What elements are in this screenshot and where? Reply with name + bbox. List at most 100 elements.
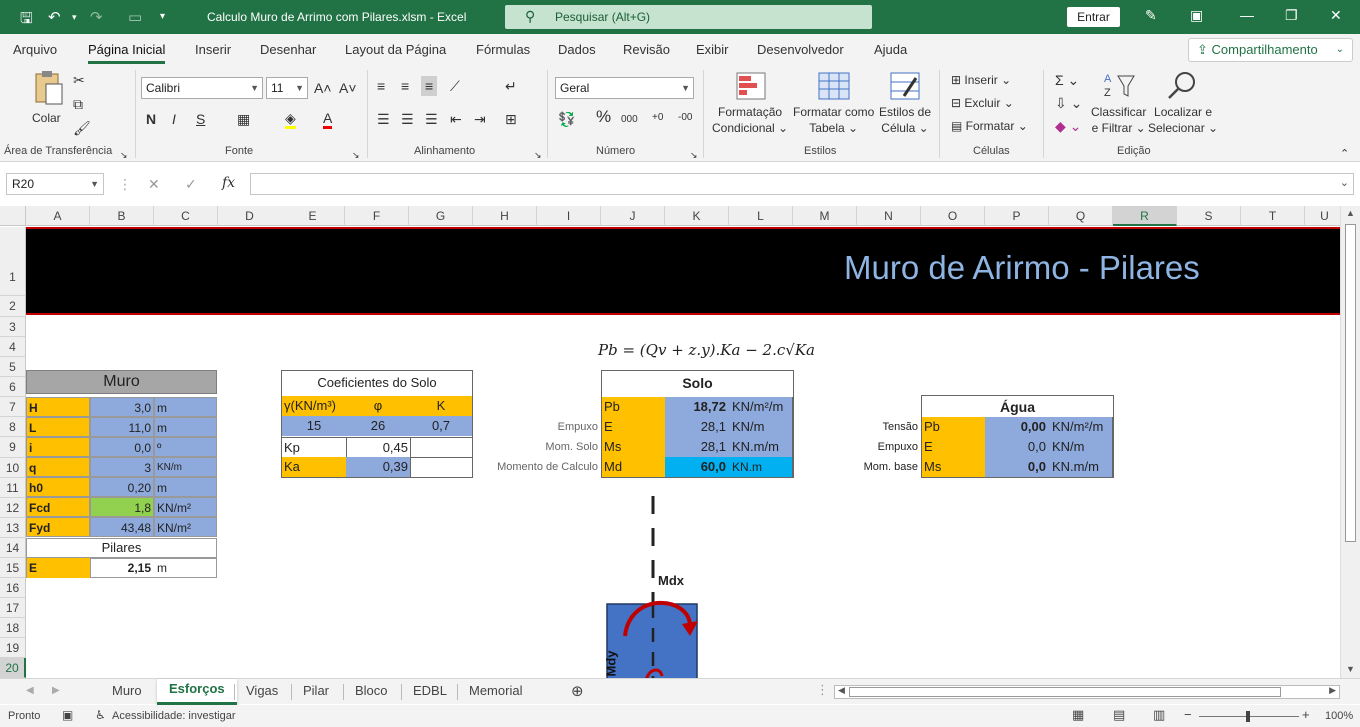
select-all-corner[interactable]	[0, 206, 26, 226]
tab-desenhar[interactable]: Desenhar	[260, 42, 316, 57]
dialog-launcher-icon[interactable]: ↘	[690, 147, 698, 163]
font-name-select[interactable]: Calibri ▼	[141, 77, 263, 99]
pilares-value[interactable]: 2,15	[90, 558, 153, 578]
tab-dados[interactable]: Dados	[558, 42, 596, 57]
agua-label[interactable]: E	[921, 437, 985, 457]
row-header-4[interactable]: 4	[0, 337, 26, 357]
signin-button[interactable]: Entrar	[1067, 7, 1120, 27]
row-header-20[interactable]: 20	[0, 658, 26, 678]
normal-view-icon[interactable]: ▦	[1072, 707, 1084, 723]
delete-cells-button[interactable]: ⊟ Excluir ⌄	[951, 95, 1014, 111]
align-bottom-icon[interactable]: ≡	[421, 76, 438, 96]
orientation-icon[interactable]: ⟋	[450, 78, 460, 94]
scroll-right-icon[interactable]: ▶	[1329, 685, 1336, 696]
muro-value[interactable]: 3,0	[90, 397, 154, 417]
coef-phi-value[interactable]: 26	[346, 416, 410, 436]
sheet-tab-memorial[interactable]: Memorial	[469, 683, 522, 698]
solo-value[interactable]: 60,0	[665, 457, 728, 477]
agua-side-label[interactable]: Empuxo	[818, 437, 918, 457]
decrease-decimal-icon[interactable]: -00	[678, 110, 692, 126]
muro-unit[interactable]: KN/m	[154, 457, 217, 477]
sheet-tab-bloco[interactable]: Bloco	[355, 683, 388, 698]
fill-icon[interactable]: ⇩ ⌄	[1055, 95, 1082, 111]
autosum-icon[interactable]: Σ ⌄	[1055, 72, 1079, 88]
sheet-tab-pilar[interactable]: Pilar	[303, 683, 329, 698]
muro-value[interactable]: 0,0	[90, 437, 154, 457]
kp-empty[interactable]	[410, 437, 472, 457]
accessibility-status[interactable]: Acessibilidade: investigar	[112, 710, 236, 722]
ka-value[interactable]: 0,39	[346, 457, 410, 477]
page-break-view-icon[interactable]: ▥	[1153, 707, 1165, 723]
paste-button[interactable]: Colar	[30, 70, 66, 130]
agua-value[interactable]: 0,0	[985, 457, 1048, 477]
conditional-formatting-label[interactable]: Formatação Condicional ⌄	[712, 104, 788, 136]
undo-dropdown-icon[interactable]: ▾	[72, 12, 77, 23]
muro-label[interactable]: i	[26, 437, 90, 457]
format-painter-icon[interactable]: 🖌	[73, 120, 91, 136]
column-header-l[interactable]: L	[729, 206, 793, 226]
align-center-icon[interactable]: ☰	[401, 111, 414, 127]
muro-label[interactable]: Fcd	[26, 497, 90, 517]
zoom-in-icon[interactable]: +	[1302, 707, 1310, 722]
wrap-text-icon[interactable]: ↵	[505, 78, 517, 94]
muro-label[interactable]: H	[26, 397, 90, 417]
search-box[interactable]: ⚲ Pesquisar (Alt+G)	[505, 5, 872, 29]
muro-unit[interactable]: KN/m²	[154, 517, 217, 537]
agua-unit[interactable]: KN/m²/m	[1048, 417, 1113, 437]
horizontal-scroll-thumb[interactable]	[849, 687, 1281, 697]
format-as-table-icon[interactable]	[818, 72, 850, 100]
insert-cells-button[interactable]: ⊞ Inserir ⌄	[951, 72, 1011, 88]
sheet-tab-edbl[interactable]: EDBL	[413, 683, 447, 698]
percent-icon[interactable]: %	[596, 108, 611, 125]
solo-value[interactable]: 18,72	[665, 397, 728, 417]
sort-filter-icon[interactable]: AZ	[1102, 70, 1136, 100]
next-sheet-icon[interactable]: ▶	[52, 685, 60, 696]
currency-icon[interactable]: 💱	[558, 111, 575, 127]
minimize-icon[interactable]: —	[1240, 7, 1254, 23]
row-header-2[interactable]: 2	[0, 296, 26, 317]
number-format-select[interactable]: Geral ▼	[555, 77, 694, 99]
agua-side-label[interactable]: Mom. base	[818, 457, 918, 477]
scroll-left-icon[interactable]: ◀	[838, 685, 845, 696]
row-header-11[interactable]: 11	[0, 478, 26, 498]
increase-decimal-icon[interactable]: +0	[652, 110, 663, 126]
column-header-h[interactable]: H	[473, 206, 537, 226]
close-icon[interactable]: ✕	[1330, 7, 1342, 24]
row-header-17[interactable]: 17	[0, 598, 26, 618]
ka-label[interactable]: Ka	[282, 457, 346, 477]
row-header-15[interactable]: 15	[0, 558, 26, 578]
expand-formula-icon[interactable]: ⌄	[1340, 176, 1349, 189]
row-header-10[interactable]: 10	[0, 458, 26, 478]
muro-unit[interactable]: º	[154, 437, 217, 457]
tab-desenvolvedor[interactable]: Desenvolvedor	[757, 42, 844, 57]
column-header-t[interactable]: T	[1241, 206, 1305, 226]
kp-value[interactable]: 0,45	[346, 437, 410, 457]
save-icon[interactable]: 🖫	[20, 8, 33, 33]
align-right-icon[interactable]: ☰	[425, 111, 438, 127]
column-header-c[interactable]: C	[154, 206, 218, 226]
tab-split-icon[interactable]: ⋮	[816, 682, 829, 698]
italic-button[interactable]: I	[172, 111, 176, 127]
font-color-icon[interactable]: A	[323, 110, 333, 129]
agua-value[interactable]: 0,0	[985, 437, 1048, 457]
column-header-i[interactable]: I	[537, 206, 601, 226]
pilares-label[interactable]: E	[27, 558, 90, 578]
coef-k-value[interactable]: 0,7	[410, 416, 472, 436]
borders-icon[interactable]: ▦	[237, 111, 250, 127]
muro-value[interactable]: 11,0	[90, 417, 154, 437]
muro-unit[interactable]: m	[154, 397, 217, 417]
name-box[interactable]: R20 ▼	[6, 173, 104, 195]
solo-label[interactable]: E	[601, 417, 665, 437]
solo-value[interactable]: 28,1	[665, 437, 728, 457]
column-header-p[interactable]: P	[985, 206, 1049, 226]
sheet-tab-muro[interactable]: Muro	[112, 683, 142, 698]
solo-unit[interactable]: KN.m	[728, 457, 793, 477]
agua-label[interactable]: Pb	[921, 417, 985, 437]
vertical-scroll-thumb[interactable]	[1345, 224, 1356, 542]
column-header-m[interactable]: M	[793, 206, 857, 226]
row-header-19[interactable]: 19	[0, 638, 26, 658]
pen-icon[interactable]: ✎	[1145, 7, 1157, 24]
align-middle-icon[interactable]: ≡	[401, 78, 409, 94]
clear-icon[interactable]: ◆ ⌄	[1055, 118, 1081, 134]
tab-arquivo[interactable]: Arquivo	[13, 42, 57, 57]
